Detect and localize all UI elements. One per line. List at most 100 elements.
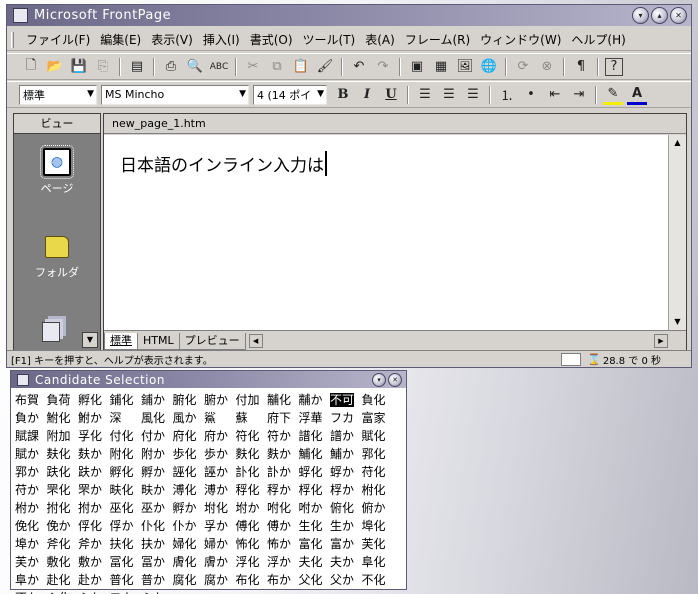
candidate-item[interactable]: 斧か (78, 535, 110, 553)
increase-indent-icon[interactable]: ⇥ (569, 85, 589, 105)
highlight-icon[interactable]: ✎ (603, 85, 623, 105)
candidate-item[interactable]: 負か (15, 409, 47, 427)
menu-frames[interactable]: フレーム(R) (400, 31, 475, 48)
underline-button[interactable]: U (381, 85, 401, 105)
candidate-item[interactable]: 赴化 (47, 571, 79, 589)
candidate-item[interactable]: 夫化 (299, 553, 331, 571)
candidate-item[interactable]: 浮華 (299, 409, 331, 427)
hyperlink-icon[interactable]: 🌐 (479, 57, 499, 77)
tab-html[interactable]: HTML (137, 333, 180, 350)
candidate-item[interactable]: 婦か (204, 535, 236, 553)
candidate-item[interactable]: 拊化 (47, 499, 79, 517)
candidate-item[interactable]: 負化 (362, 391, 394, 409)
candidate-item[interactable]: 布か (267, 571, 299, 589)
tab-normal[interactable]: 標準 (104, 333, 138, 350)
candidate-item[interactable]: 鋪化 (110, 391, 142, 409)
candidate-minimize-button[interactable]: ▾ (372, 372, 386, 387)
minimize-button[interactable]: ▾ (632, 7, 649, 24)
window-titlebar[interactable]: Microsoft FrontPage ▾ ▴ ✕ (7, 5, 691, 26)
candidate-item[interactable]: 符か (267, 427, 299, 445)
candidate-item[interactable]: 附か (141, 445, 173, 463)
candidate-item[interactable]: 咐化 (267, 499, 299, 517)
candidate-item[interactable]: 夫か (330, 553, 362, 571)
candidate-item[interactable]: 黼化 (267, 391, 299, 409)
candidate-item[interactable]: 訃化 (236, 463, 268, 481)
candidate-item[interactable]: 符化 (236, 427, 268, 445)
candidate-item[interactable]: 深 (110, 409, 142, 427)
tab-preview[interactable]: プレビュー (178, 333, 246, 350)
candidate-item[interactable]: 冨化 (110, 553, 142, 571)
view-folders[interactable]: フォルダ (14, 236, 100, 280)
candidate-item[interactable]: 富家 (362, 409, 394, 427)
candidate-item[interactable]: 俛か (47, 517, 79, 535)
candidate-item[interactable]: 柎化 (362, 481, 394, 499)
candidate-item[interactable]: 付か (141, 427, 173, 445)
candidate-item[interactable]: 埠化 (362, 517, 394, 535)
menu-insert[interactable]: 挿入(I) (198, 31, 245, 48)
candidate-item[interactable]: 鮒化 (47, 409, 79, 427)
candidate-item[interactable]: 麸化 (47, 445, 79, 463)
spelling-icon[interactable]: ABC (209, 57, 229, 77)
candidate-item[interactable]: 赴か (78, 571, 110, 589)
candidate-item[interactable]: 富か (330, 535, 362, 553)
copy-icon[interactable]: ⧉ (267, 57, 287, 77)
candidate-item[interactable]: 不か (15, 589, 47, 594)
candidate-item[interactable]: 父か (330, 571, 362, 589)
open-icon[interactable]: 📂 (45, 57, 65, 77)
candidate-item[interactable]: 溥か (204, 481, 236, 499)
candidate-item[interactable]: 郛か (15, 463, 47, 481)
candidate-item[interactable]: 孚化 (78, 427, 110, 445)
candidate-item[interactable]: 扶か (141, 535, 173, 553)
menu-edit[interactable]: 編集(E) (95, 31, 146, 48)
candidate-item[interactable]: 怖化 (236, 535, 268, 553)
candidate-item[interactable]: 阜化 (362, 553, 394, 571)
help-icon[interactable]: ? (605, 57, 623, 76)
candidate-item[interactable]: 傅化 (236, 517, 268, 535)
candidate-item[interactable]: 巫か (141, 499, 173, 517)
candidate-item[interactable]: 仆か (173, 517, 205, 535)
candidate-item[interactable]: 稃か (267, 481, 299, 499)
candidate-item[interactable]: 浮か (267, 553, 299, 571)
candidate-item[interactable]: 賦化 (362, 427, 394, 445)
candidate-item[interactable]: 父化 (299, 571, 331, 589)
new-page-icon[interactable]: 🗋 (21, 57, 41, 77)
candidate-item[interactable]: 普化 (110, 571, 142, 589)
candidate-item[interactable]: 富化 (299, 535, 331, 553)
candidate-item[interactable]: 腐化 (173, 571, 205, 589)
save-icon[interactable]: 💾 (69, 57, 89, 77)
candidate-titlebar[interactable]: Candidate Selection ▾ ✕ (11, 371, 406, 388)
format-painter-icon[interactable]: 🖌 (315, 57, 335, 77)
candidate-item[interactable]: 腑か (204, 391, 236, 409)
menu-view[interactable]: 表示(V) (146, 31, 198, 48)
align-center-icon[interactable]: ☰ (439, 85, 459, 105)
candidate-item[interactable]: ふか (141, 589, 173, 594)
menu-file[interactable]: ファイル(F) (21, 31, 95, 48)
candidate-item[interactable]: 俛化 (15, 517, 47, 535)
menu-tools[interactable]: ツール(T) (298, 31, 361, 48)
paste-icon[interactable]: 📋 (291, 57, 311, 77)
candidate-item[interactable]: 冨か (141, 553, 173, 571)
candidate-item[interactable]: 坿化 (204, 499, 236, 517)
candidate-item[interactable]: 趺化 (47, 463, 79, 481)
candidate-item[interactable]: 斧化 (47, 535, 79, 553)
candidate-item[interactable]: 不可 (330, 391, 362, 409)
candidate-item[interactable]: 腐か (204, 571, 236, 589)
candidate-item[interactable]: 郛化 (362, 445, 394, 463)
stop-icon[interactable]: ⊗ (537, 57, 557, 77)
style-select[interactable]: 標準 ▼ (19, 84, 97, 105)
candidate-item[interactable]: 膚か (204, 553, 236, 571)
bullet-list-icon[interactable]: • (521, 85, 541, 105)
candidate-item[interactable]: 譜化 (299, 427, 331, 445)
candidate-item[interactable]: 孵か (173, 499, 205, 517)
candidate-item[interactable]: 苻か (15, 481, 47, 499)
candidate-item[interactable]: 蜉か (330, 463, 362, 481)
candidate-item[interactable]: 不化 (362, 571, 394, 589)
candidate-item[interactable]: 府下 (267, 409, 299, 427)
candidate-item[interactable]: 扶化 (110, 535, 142, 553)
menu-format[interactable]: 書式(O) (245, 31, 298, 48)
candidate-item[interactable]: 溥化 (173, 481, 205, 499)
refresh-icon[interactable]: ⟳ (513, 57, 533, 77)
candidate-item[interactable]: 附加 (47, 427, 79, 445)
maximize-button[interactable]: ▴ (651, 7, 668, 24)
close-button[interactable]: ✕ (670, 7, 687, 24)
